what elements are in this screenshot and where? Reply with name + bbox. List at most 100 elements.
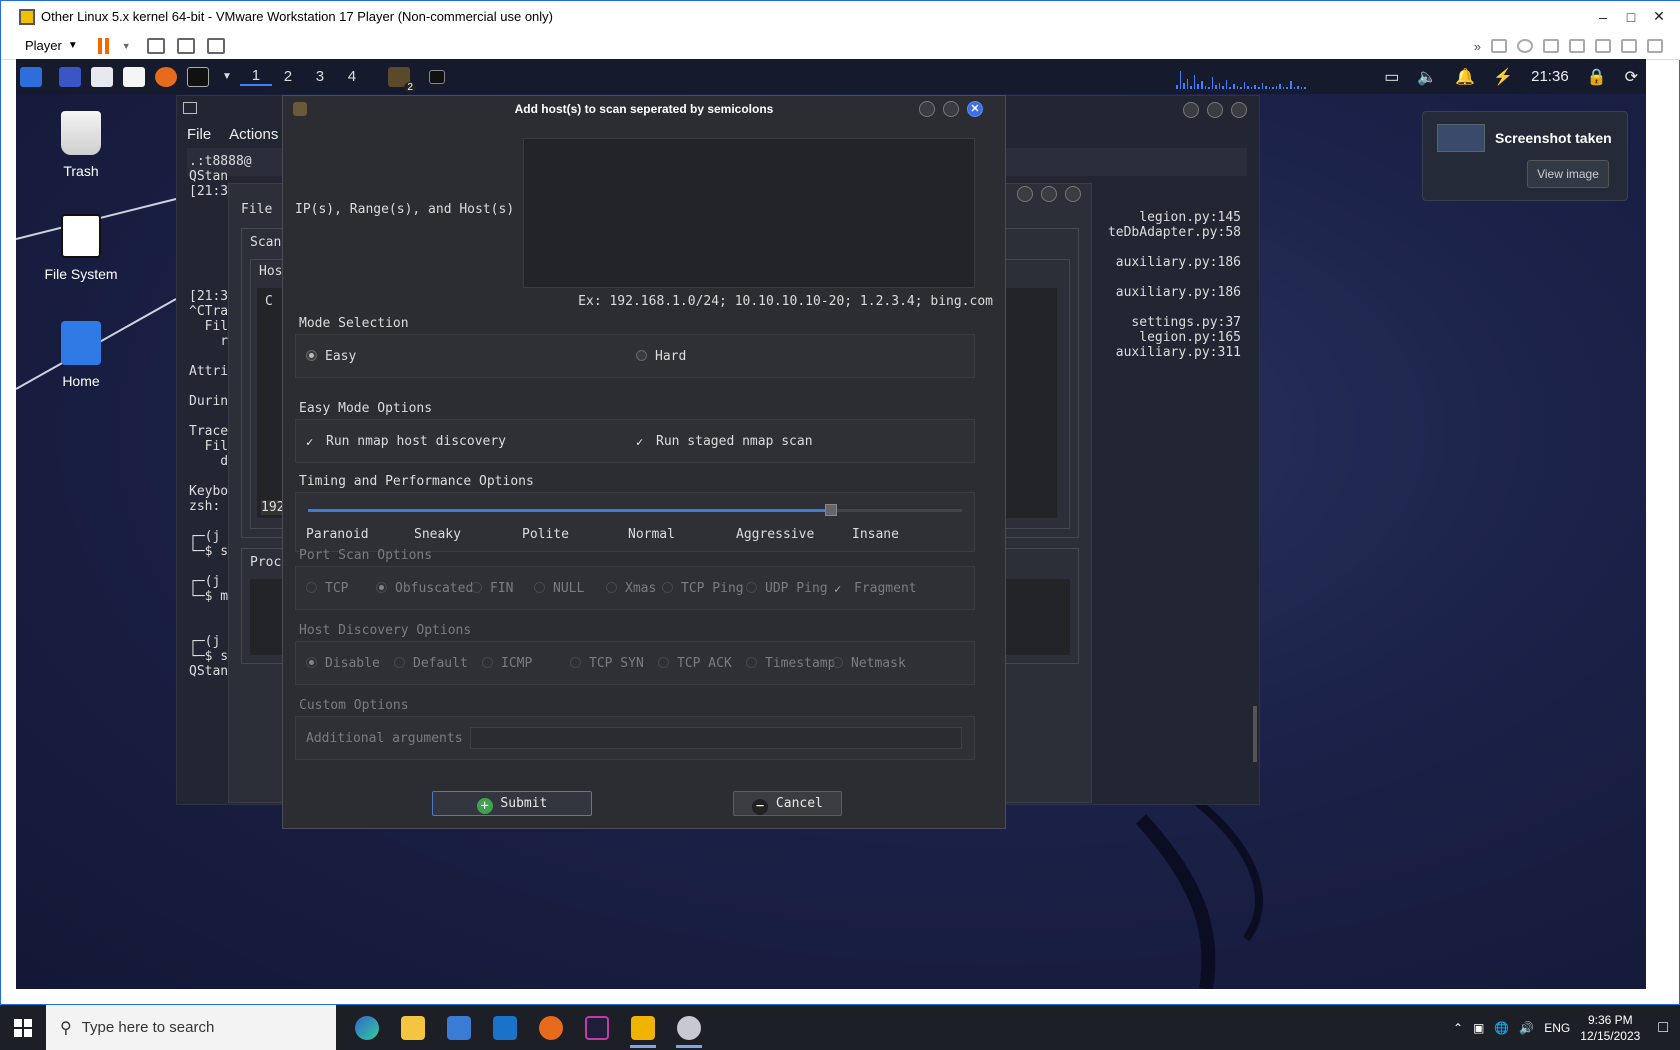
send-ctrl-alt-del-icon[interactable] — [146, 37, 165, 54]
taskbar-vmware[interactable] — [620, 1005, 666, 1050]
port-option[interactable]: Obfuscated — [376, 581, 473, 596]
kali-menu-icon[interactable] — [20, 66, 42, 87]
forward-icon[interactable]: » — [1474, 39, 1481, 54]
hdd-icon[interactable] — [1491, 39, 1507, 53]
printer-icon[interactable] — [1621, 39, 1637, 53]
submit-button[interactable]: + Submit — [432, 791, 592, 816]
taskbar-paint[interactable] — [666, 1005, 712, 1050]
desktop-icon-trash[interactable]: Trash — [36, 111, 126, 179]
minimize-icon[interactable]: – — [1589, 9, 1617, 25]
workspace-4[interactable]: 4 — [336, 68, 368, 85]
view-image-button[interactable]: View image — [1527, 160, 1609, 188]
mode-hard-radio[interactable]: Hard — [636, 349, 686, 364]
taskbar-clock[interactable]: 9:36 PM 12/15/2023 — [1580, 1012, 1640, 1044]
taskbar-mail[interactable] — [482, 1005, 528, 1050]
taskbar-firefox[interactable] — [528, 1005, 574, 1050]
close-icon[interactable]: ✕ — [967, 101, 983, 117]
show-desktop-icon[interactable] — [59, 66, 81, 87]
maximize-icon[interactable] — [1207, 102, 1223, 118]
cancel-button[interactable]: − Cancel — [733, 791, 842, 816]
maximize-icon[interactable] — [943, 101, 959, 117]
panel-clock[interactable]: 21:36 — [1531, 68, 1569, 85]
additional-arguments-input[interactable] — [470, 727, 962, 749]
maximize-icon[interactable]: □ — [1617, 9, 1645, 25]
host-ip[interactable]: 192 — [261, 500, 285, 515]
maximize-icon[interactable] — [1041, 186, 1057, 202]
workspace-2[interactable]: 2 — [272, 68, 304, 85]
terminal-task-icon[interactable] — [428, 69, 445, 84]
menu-file[interactable]: File — [187, 126, 211, 143]
unity-icon[interactable] — [206, 37, 225, 54]
host-discovery-checkbox[interactable]: ✓ Run nmap host discovery — [306, 434, 506, 449]
chevron-up-icon[interactable]: ⌃ — [1453, 1021, 1463, 1035]
start-button[interactable] — [0, 1005, 46, 1050]
action-center-icon[interactable]: □ — [1658, 1019, 1668, 1037]
display-icon[interactable]: ▭ — [1384, 67, 1399, 87]
host-discovery-option[interactable]: Default — [394, 656, 468, 671]
staged-scan-checkbox[interactable]: ✓ Run staged nmap scan — [636, 434, 813, 449]
host-discovery-option[interactable]: Disable — [306, 656, 380, 671]
taskbar-intellij[interactable] — [574, 1005, 620, 1050]
hosts-textarea[interactable] — [523, 138, 975, 288]
speaker-icon[interactable]: 🔊 — [1519, 1021, 1534, 1035]
port-option[interactable]: Xmas — [606, 581, 656, 596]
network-icon[interactable] — [1543, 39, 1559, 53]
workspace-3[interactable]: 3 — [304, 68, 336, 85]
host-discovery-option[interactable]: Netmask — [832, 656, 906, 671]
port-option[interactable]: ✓ Fragment — [834, 581, 917, 596]
chevron-down-icon[interactable]: ▼ — [122, 41, 131, 51]
close-icon[interactable] — [1231, 102, 1247, 118]
process-tab[interactable]: Proc — [250, 555, 281, 570]
logout-icon[interactable]: ⟳ — [1625, 67, 1638, 87]
firefox-icon[interactable] — [155, 66, 177, 87]
player-menu[interactable]: Player ▼ — [25, 38, 78, 53]
messages-icon[interactable] — [1647, 39, 1663, 53]
taskbar-store[interactable] — [436, 1005, 482, 1050]
menu-actions[interactable]: Actions — [229, 126, 278, 143]
desktop-icon-home[interactable]: Home — [36, 321, 126, 389]
taskbar-edge[interactable] — [344, 1005, 390, 1050]
sound-icon[interactable] — [1569, 39, 1585, 53]
legion-task-icon[interactable]: 2 — [387, 66, 416, 93]
timing-slider-track[interactable] — [308, 504, 962, 516]
minimize-icon[interactable] — [919, 101, 935, 117]
host-discovery-option[interactable]: TCP SYN — [570, 656, 644, 671]
minimize-icon[interactable] — [1183, 102, 1199, 118]
close-icon[interactable] — [1065, 186, 1081, 202]
port-option[interactable]: TCP Ping — [662, 581, 744, 596]
language-indicator[interactable]: ENG — [1544, 1021, 1570, 1035]
port-option[interactable]: TCP — [306, 581, 348, 596]
workspace-1[interactable]: 1 — [239, 67, 272, 86]
text-editor-icon[interactable] — [123, 66, 145, 87]
screenshot-thumbnail[interactable] — [1437, 124, 1485, 152]
globe-icon[interactable]: 🌐 — [1494, 1021, 1509, 1035]
pause-icon[interactable] — [97, 37, 112, 54]
usb-icon[interactable] — [1595, 39, 1611, 53]
host-discovery-option[interactable]: ICMP — [482, 656, 532, 671]
notifications-bell-icon[interactable]: 🔔 — [1455, 67, 1475, 87]
power-icon[interactable]: ⚡ — [1493, 67, 1513, 87]
legion-menu-file[interactable]: File — [241, 202, 272, 217]
mode-easy-radio[interactable]: Easy — [306, 349, 356, 364]
minimize-icon[interactable] — [1017, 186, 1033, 202]
timing-slider-handle[interactable] — [825, 504, 838, 516]
close-icon[interactable]: ✕ — [1645, 8, 1673, 25]
taskbar-search[interactable]: ⚲ Type here to search — [46, 1005, 336, 1050]
fullscreen-icon[interactable] — [176, 37, 195, 54]
terminal-icon[interactable] — [187, 66, 209, 87]
scan-tab[interactable]: Scan — [250, 235, 281, 250]
taskbar-explorer[interactable] — [390, 1005, 436, 1050]
desktop-icon-filesystem[interactable]: File System — [36, 214, 126, 282]
chevron-down-icon[interactable]: ▼ — [222, 71, 232, 82]
host-discovery-option[interactable]: TCP ACK — [658, 656, 732, 671]
terminal-scrollbar[interactable] — [1253, 706, 1257, 762]
volume-icon[interactable]: 🔈 — [1417, 67, 1437, 87]
port-option[interactable]: NULL — [534, 581, 584, 596]
file-manager-icon[interactable] — [91, 66, 113, 87]
hosts-tab[interactable]: Hos — [259, 264, 282, 279]
host-discovery-option[interactable]: Timestamp — [746, 656, 835, 671]
port-option[interactable]: FIN — [471, 581, 513, 596]
camera-icon[interactable]: ▣ — [1473, 1021, 1484, 1035]
port-option[interactable]: UDP Ping — [746, 581, 828, 596]
cd-icon[interactable] — [1517, 39, 1533, 53]
